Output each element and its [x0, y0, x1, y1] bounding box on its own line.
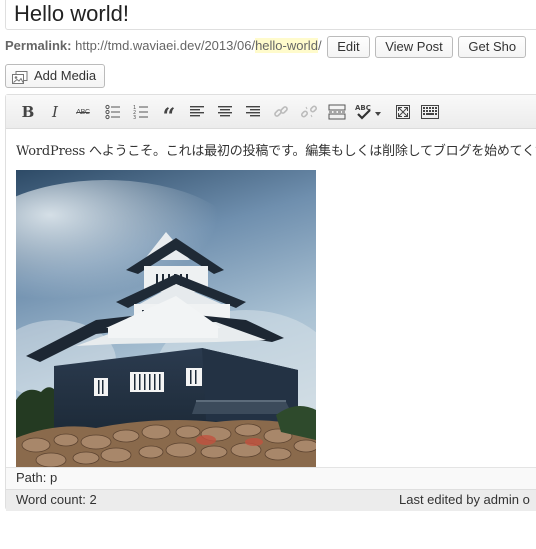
edit-permalink-button[interactable]: Edit: [327, 36, 370, 58]
align-right-icon: [246, 106, 260, 117]
svg-text:3: 3: [133, 115, 136, 120]
permalink-base-url: http://tmd.waviaei.dev/2013/06/: [75, 38, 256, 53]
spellcheck-icon: ABC: [355, 104, 381, 120]
media-icon: [12, 70, 28, 84]
align-left-icon: [190, 106, 204, 117]
unlink-icon: [301, 105, 317, 118]
bulleted-list-button[interactable]: [102, 101, 124, 123]
editor-toolbar: B I ABC 1 2 3 “ ABC: [6, 95, 536, 130]
numbered-list-button[interactable]: 1 2 3: [130, 101, 152, 123]
insert-link-button[interactable]: [270, 101, 292, 123]
add-media-button[interactable]: Add Media: [5, 64, 106, 88]
read-more-icon: [328, 104, 346, 120]
castle-photo[interactable]: [16, 170, 316, 467]
permalink-label: Permalink:: [5, 38, 72, 53]
link-icon: [274, 106, 288, 117]
bold-button[interactable]: B: [17, 101, 39, 123]
blockquote-icon: “: [162, 103, 176, 130]
word-count: Word count: 2: [16, 492, 97, 507]
last-edited-info: Last edited by admin o: [399, 492, 530, 507]
editor-content-area[interactable]: WordPress へようこそ。これは最初の投稿です。編集もしくは削除してブログ…: [6, 130, 536, 467]
view-post-button[interactable]: View Post: [375, 36, 453, 58]
insert-more-button[interactable]: [326, 101, 348, 123]
editor-path-bar: Path: p: [6, 467, 536, 489]
fullscreen-icon: [396, 105, 410, 119]
editor-status-bar: Word count: 2 Last edited by admin o: [6, 489, 536, 511]
permalink-slug[interactable]: hello-world: [255, 38, 318, 53]
get-shortlink-button[interactable]: Get Sho: [458, 36, 527, 58]
fullscreen-button[interactable]: [392, 101, 414, 123]
blockquote-button[interactable]: “: [158, 101, 180, 130]
kitchen-sink-button[interactable]: [419, 101, 441, 123]
visual-editor: B I ABC 1 2 3 “ ABC WordPress へようこそ。これは最…: [5, 94, 536, 511]
align-right-button[interactable]: [242, 101, 264, 123]
italic-button[interactable]: I: [44, 101, 66, 123]
add-media-label: Add Media: [34, 68, 97, 83]
strikethrough-icon: ABC: [76, 108, 90, 116]
kitchen-sink-icon: [421, 105, 439, 119]
post-title-text: Hello world!: [14, 1, 129, 26]
element-path: Path: p: [16, 470, 58, 485]
numbered-list-icon: 1 2 3: [133, 105, 148, 120]
bulleted-list-icon: [105, 104, 120, 120]
italic-icon: I: [52, 103, 58, 121]
align-center-button[interactable]: [214, 101, 236, 123]
align-left-button[interactable]: [186, 101, 208, 123]
remove-link-button[interactable]: [298, 101, 320, 123]
content-paragraph: WordPress へようこそ。これは最初の投稿です。編集もしくは削除してブログ…: [16, 144, 536, 159]
strikethrough-button[interactable]: ABC: [72, 101, 94, 123]
post-title-input[interactable]: Hello world!: [5, 0, 536, 30]
align-center-icon: [218, 106, 232, 117]
permalink-trailing: /: [317, 38, 322, 53]
permalink-row: Permalink: http://tmd.waviaei.dev/2013/0…: [5, 36, 527, 58]
bold-icon: B: [21, 103, 35, 121]
spellcheck-button[interactable]: ABC: [354, 101, 384, 123]
